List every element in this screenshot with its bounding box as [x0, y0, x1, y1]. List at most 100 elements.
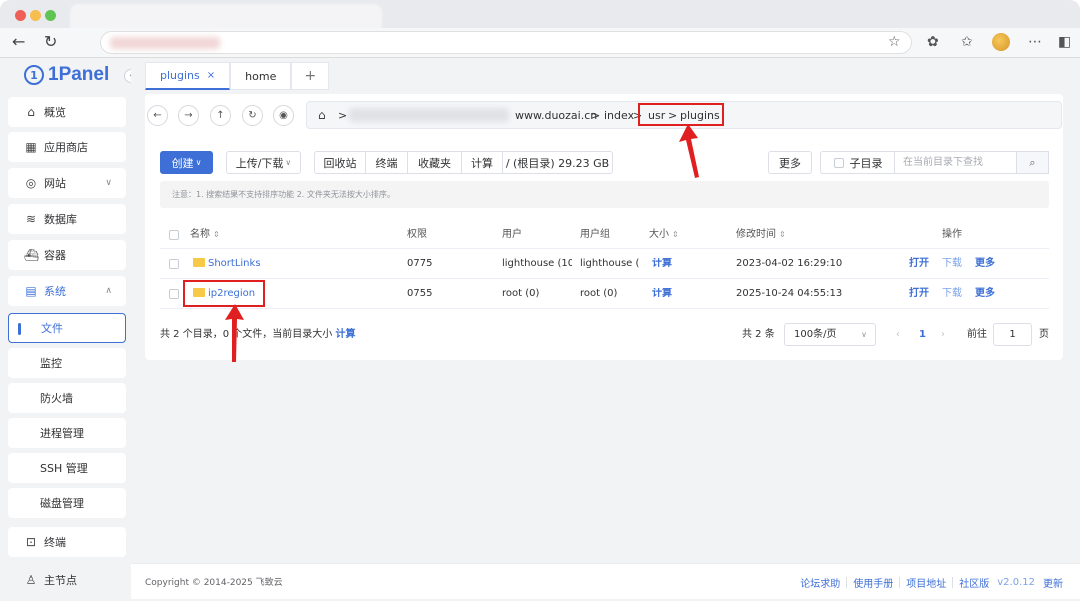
more-menu-icon[interactable]: ⋯	[1028, 34, 1042, 50]
table-divider	[160, 248, 1049, 249]
sidebar-item-label: 防火墙	[40, 392, 73, 405]
layers-icon: ≋	[25, 212, 37, 226]
create-label: 创建	[171, 156, 194, 170]
more-button[interactable]: 更多	[768, 151, 812, 174]
prev-page-button[interactable]: ‹	[896, 329, 900, 341]
sidebar-item-monitor[interactable]: 监控	[8, 348, 126, 378]
sidebar-item-disk[interactable]: 磁盘管理	[8, 488, 126, 518]
refresh-button[interactable]: ↻	[242, 105, 263, 126]
manual-link[interactable]: 使用手册	[847, 575, 899, 590]
back-button[interactable]: ←	[147, 105, 168, 126]
favorites-button[interactable]: 收藏夹	[407, 151, 462, 174]
add-tab-button[interactable]: +	[291, 62, 330, 90]
sidebar-item-label: 容器	[44, 249, 66, 262]
back-icon[interactable]: ←	[12, 33, 25, 51]
forum-link[interactable]: 论坛求助	[794, 575, 846, 590]
path-segment-index[interactable]: index	[604, 109, 634, 122]
home-icon[interactable]: ⌂	[318, 108, 326, 122]
page-size-select[interactable]: 100条/页 ∨	[784, 323, 876, 346]
file-name-link[interactable]: ShortLinks	[193, 258, 261, 270]
sidebar-item-firewall[interactable]: 防火墙	[8, 383, 126, 413]
upload-download-button[interactable]: 上传/下载 ∨	[226, 151, 301, 174]
reload-icon[interactable]: ↻	[44, 33, 57, 51]
open-button[interactable]: 打开	[909, 258, 929, 270]
path-separator: >	[591, 109, 601, 122]
row-checkbox[interactable]	[169, 259, 179, 269]
create-button[interactable]: 创建 ∨	[160, 151, 213, 174]
sidebar-item-database[interactable]: ≋ 数据库	[8, 204, 126, 234]
calc-size-link[interactable]: 计算	[652, 258, 672, 270]
profile-avatar[interactable]	[992, 33, 1010, 51]
search-input[interactable]: 在当前目录下查找	[894, 151, 1017, 174]
file-browser-card	[145, 94, 1063, 360]
path-segment-domain[interactable]: www.duozai.cn	[515, 109, 597, 122]
minimize-window-button[interactable]	[30, 10, 41, 21]
server-icon: ▤	[25, 284, 37, 298]
page-number-1[interactable]: 1	[919, 329, 926, 341]
refresh-icon: ↻	[248, 110, 257, 121]
calc-dir-size-link[interactable]: 计算	[335, 329, 355, 340]
close-window-button[interactable]	[15, 10, 26, 21]
column-header-name[interactable]: 名称 ⇕	[190, 229, 220, 241]
sidebar-item-main-node[interactable]: ♙ 主节点	[8, 565, 126, 595]
maximize-window-button[interactable]	[45, 10, 56, 21]
sidebar-item-terminal[interactable]: ⊡ 终端	[8, 527, 126, 557]
project-link[interactable]: 项目地址	[900, 575, 952, 590]
address-bar[interactable]	[100, 31, 912, 54]
more-ops-button[interactable]: 更多	[975, 258, 995, 270]
forward-button[interactable]: →	[178, 105, 199, 126]
column-header-mtime[interactable]: 修改时间 ⇕	[736, 229, 786, 241]
recycle-bin-button[interactable]: 回收站	[314, 151, 366, 174]
row-checkbox[interactable]	[169, 289, 179, 299]
close-icon[interactable]: ×	[207, 70, 215, 81]
bookmark-star-icon[interactable]: ☆	[888, 34, 901, 50]
select-all-checkbox[interactable]	[169, 230, 179, 240]
total-count: 共 2 条	[742, 329, 775, 340]
sidebar-toggle-icon[interactable]: ◧	[1058, 34, 1071, 50]
sidebar-item-app-store[interactable]: ▦ 应用商店	[8, 132, 126, 162]
sidebar-item-website[interactable]: ◎ 网站 ∨	[8, 168, 126, 198]
group-cell: lighthouse (1	[580, 258, 640, 269]
download-button[interactable]: 下载	[942, 288, 962, 300]
toggle-hidden-button[interactable]: ◉	[273, 105, 294, 126]
sidebar-item-label: 进程管理	[40, 427, 84, 440]
header-label: 修改时间	[736, 229, 776, 240]
sidebar-item-process[interactable]: 进程管理	[8, 418, 126, 448]
download-button[interactable]: 下载	[942, 258, 962, 270]
goto-page-input[interactable]: 1	[993, 323, 1032, 346]
up-button[interactable]: ↑	[210, 105, 231, 126]
chevron-down-icon: ∨	[105, 178, 112, 188]
more-ops-button[interactable]: 更多	[975, 288, 995, 300]
tab-label: plugins	[160, 69, 200, 82]
calc-size-link[interactable]: 计算	[652, 288, 672, 300]
sidebar-item-container[interactable]: ⛴ 容器	[8, 240, 126, 270]
arrow-left-icon: ←	[153, 110, 162, 121]
calculate-button[interactable]: 计算	[461, 151, 503, 174]
sidebar-item-label: 应用商店	[44, 141, 88, 154]
disk-usage-button[interactable]: / (根目录) 29.23 GB	[502, 151, 613, 174]
favorites-label: 收藏夹	[418, 156, 451, 170]
sidebar-item-system[interactable]: ▤ 系统 ∧	[8, 276, 126, 306]
sidebar-item-overview[interactable]: ⌂ 概览	[8, 97, 126, 127]
sidebar-item-files[interactable]: 文件	[8, 313, 126, 343]
tab-home[interactable]: home	[230, 62, 292, 90]
tab-plugins[interactable]: plugins ×	[145, 62, 231, 90]
file-tabs: plugins × home +	[145, 62, 330, 90]
terminal-button[interactable]: 终端	[365, 151, 408, 174]
sidebar-item-label: 监控	[40, 357, 62, 370]
sidebar-item-ssh[interactable]: SSH 管理	[8, 453, 126, 483]
column-header-user: 用户	[502, 229, 522, 240]
column-header-size[interactable]: 大小 ⇕	[649, 229, 679, 241]
subdir-checkbox[interactable]: 子目录	[820, 151, 895, 174]
edition-link[interactable]: 社区版	[953, 575, 995, 590]
sidebar-item-label: SSH 管理	[40, 462, 88, 475]
checkbox-icon[interactable]	[833, 157, 844, 168]
favorites-icon[interactable]: ✩	[961, 34, 973, 50]
next-page-button[interactable]: ›	[941, 329, 945, 341]
open-button[interactable]: 打开	[909, 288, 929, 300]
notice-bar: 注意：1. 搜索结果不支持排序功能 2. 文件夹无法按大小排序。	[160, 181, 1049, 208]
user-icon: ♙	[25, 573, 37, 587]
update-link[interactable]: 更新	[1037, 575, 1063, 590]
extensions-icon[interactable]: ✿	[927, 34, 939, 50]
search-button[interactable]: ⌕	[1016, 151, 1049, 174]
